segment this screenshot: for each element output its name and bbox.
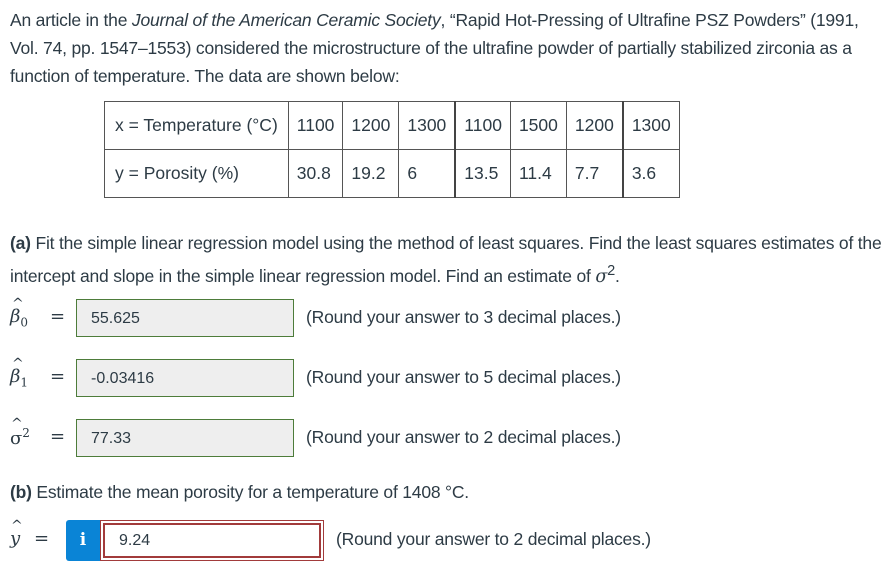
beta0-answer-field[interactable]: 55.625 bbox=[76, 299, 294, 337]
y-cell: 13.5 bbox=[454, 149, 511, 198]
beta-subscript: 1 bbox=[20, 375, 29, 390]
journal-name: Journal of the American Ceramic Society bbox=[131, 10, 441, 30]
x-label: x = Temperature (°C) bbox=[104, 101, 289, 150]
sigma-squared-symbol: ^ σ2 bbox=[10, 416, 30, 449]
y-cell: 11.4 bbox=[509, 149, 567, 198]
x-cell: 1300 bbox=[622, 101, 680, 150]
x-cell: 1300 bbox=[398, 101, 457, 150]
y-cell: 6 bbox=[398, 149, 457, 198]
data-table: x = Temperature (°C) 1100 1200 1300 1100… bbox=[104, 101, 680, 198]
yhat-rounding-note: (Round your answer to 2 decimal places.) bbox=[336, 529, 651, 549]
beta-subscript: 0 bbox=[20, 315, 29, 330]
beta0-symbol: ^ β0 bbox=[10, 296, 29, 330]
y-cell: 3.6 bbox=[622, 149, 680, 198]
y-cell: 30.8 bbox=[287, 149, 344, 198]
x-cell: 1100 bbox=[454, 101, 511, 150]
yhat-answer-field[interactable]: 9.24 bbox=[100, 520, 324, 561]
equals-sign: = bbox=[34, 528, 50, 549]
part-b-question: (b) Estimate the mean porosity for a tem… bbox=[10, 478, 469, 506]
x-cell: 1200 bbox=[342, 101, 400, 150]
part-a-text: Fit the simple linear regression model u… bbox=[10, 233, 882, 286]
problem-intro: An article in the Journal of the America… bbox=[10, 6, 885, 90]
part-b-text: Estimate the mean porosity for a tempera… bbox=[31, 482, 469, 502]
part-b-label: (b) bbox=[10, 482, 32, 502]
table-row-x: x = Temperature (°C) 1100 1200 1300 1100… bbox=[104, 101, 680, 150]
x-cell: 1100 bbox=[287, 101, 344, 150]
beta1-answer-field[interactable]: -0.03416 bbox=[76, 359, 294, 397]
sigma-superscript: 2 bbox=[22, 426, 30, 440]
sigma-squared-answer-field[interactable]: 77.33 bbox=[76, 419, 294, 457]
equals-sign: = bbox=[50, 426, 66, 447]
equals-sign: = bbox=[50, 366, 66, 387]
yhat-answer-value[interactable]: 9.24 bbox=[103, 523, 321, 558]
x-cell: 1500 bbox=[509, 101, 567, 150]
part-a-label: (a) bbox=[10, 233, 31, 253]
yhat-symbol: ^ y bbox=[10, 518, 23, 549]
table-row-y: y = Porosity (%) 30.8 19.2 6 13.5 11.4 7… bbox=[104, 149, 680, 198]
part-a-question: (a) Fit the simple linear regression mod… bbox=[10, 229, 890, 291]
part-a-end: . bbox=[615, 265, 620, 286]
intro-prefix: An article in the bbox=[10, 10, 132, 30]
beta1-symbol: ^ β1 bbox=[10, 356, 29, 390]
equals-sign: = bbox=[50, 306, 66, 327]
info-icon[interactable]: i bbox=[66, 520, 100, 561]
y-cell: 7.7 bbox=[565, 149, 624, 198]
x-cell: 1200 bbox=[565, 101, 624, 150]
beta1-rounding-note: (Round your answer to 5 decimal places.) bbox=[306, 367, 621, 387]
sigma-squared-rounding-note: (Round your answer to 2 decimal places.) bbox=[306, 427, 621, 447]
y-cell: 19.2 bbox=[342, 149, 400, 198]
sigma-exponent: 2 bbox=[607, 263, 616, 279]
sigma-symbol: σ bbox=[595, 266, 608, 287]
y-label: y = Porosity (%) bbox=[104, 149, 289, 198]
beta0-rounding-note: (Round your answer to 3 decimal places.) bbox=[306, 307, 621, 327]
